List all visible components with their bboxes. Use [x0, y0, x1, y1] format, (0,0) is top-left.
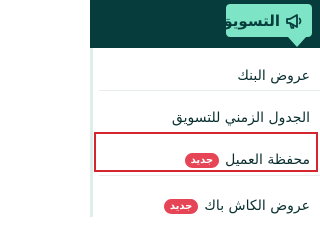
highlight-frame	[94, 132, 318, 172]
nav-item-marketing[interactable]: التسويق	[219, 4, 312, 37]
menu-item-label: عروض الكاش باك	[204, 198, 310, 214]
megaphone-icon	[282, 10, 306, 32]
menu-divider	[99, 90, 320, 91]
dropdown-caret	[288, 37, 306, 47]
menu-item-label: عروض البنك	[237, 68, 310, 84]
menu-item-cashback-offers[interactable]: عروض الكاش باك جديد	[163, 186, 310, 217]
marketing-menu-screen: التسويق عروض البنك الجدول الزمني للتسويق…	[90, 0, 320, 217]
new-badge: جديد	[163, 198, 199, 214]
menu-divider	[99, 175, 320, 176]
nav-item-label: التسويق	[219, 11, 280, 30]
top-navigation-bar: التسويق	[90, 0, 320, 48]
menu-item-label: الجدول الزمني للتسويق	[171, 110, 310, 126]
